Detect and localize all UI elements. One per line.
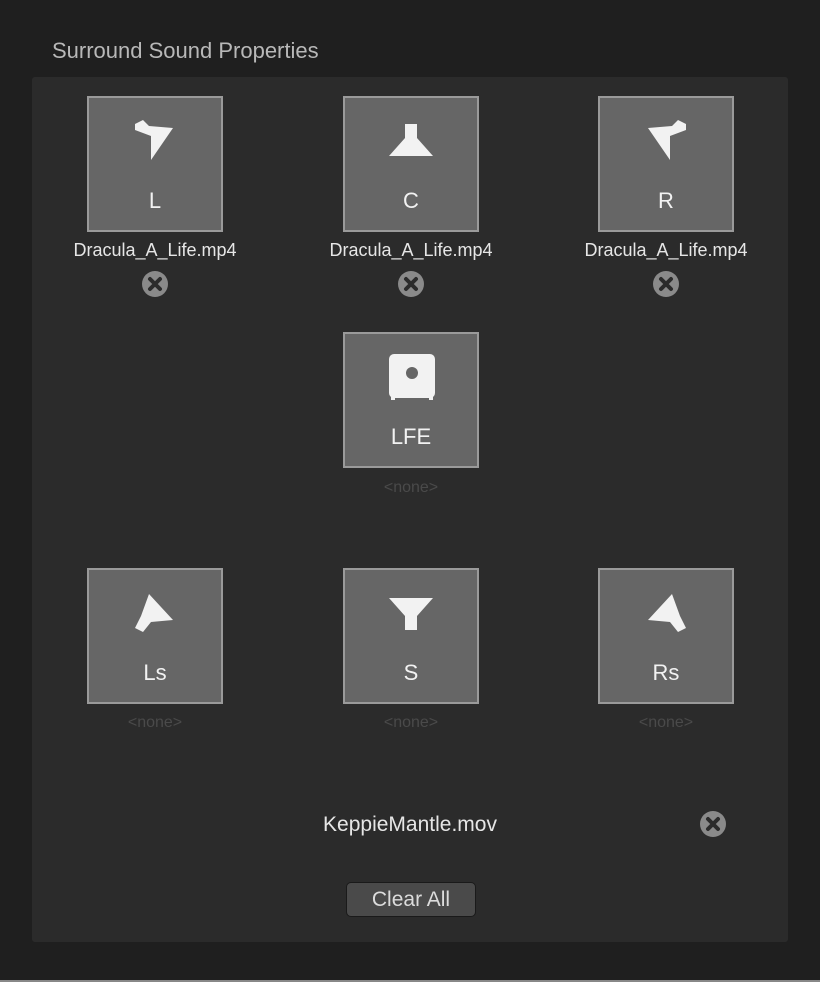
speaker-right-icon: [638, 114, 694, 170]
speaker-lfe-file: <none>: [291, 479, 531, 497]
remove-c-button[interactable]: [398, 271, 424, 297]
speaker-ls-file: <none>: [35, 714, 275, 732]
speaker-ls[interactable]: Ls: [87, 568, 223, 704]
speaker-c-file: Dracula_A_Life.mp4: [291, 240, 531, 261]
remove-r-button[interactable]: [653, 271, 679, 297]
speaker-l[interactable]: L: [87, 96, 223, 232]
close-icon: [142, 271, 168, 297]
speaker-surround-icon: [383, 586, 439, 642]
speaker-r[interactable]: R: [598, 96, 734, 232]
speaker-rs[interactable]: Rs: [598, 568, 734, 704]
speaker-l-file: Dracula_A_Life.mp4: [35, 240, 275, 261]
speaker-left-icon: [127, 114, 183, 170]
speaker-r-file: Dracula_A_Life.mp4: [546, 240, 786, 261]
speaker-label: S: [345, 660, 477, 686]
subwoofer-icon: [383, 350, 439, 406]
speaker-lfe[interactable]: LFE: [343, 332, 479, 468]
speaker-rs-file: <none>: [546, 714, 786, 732]
speaker-s[interactable]: S: [343, 568, 479, 704]
speaker-s-file: <none>: [291, 714, 531, 732]
speaker-label: Rs: [600, 660, 732, 686]
close-icon: [653, 271, 679, 297]
close-icon: [700, 811, 726, 837]
remove-source-button[interactable]: [700, 811, 726, 837]
speaker-label: Ls: [89, 660, 221, 686]
speaker-label: C: [345, 188, 477, 214]
speaker-label: LFE: [345, 424, 477, 450]
speaker-right-surround-icon: [638, 586, 694, 642]
clear-all-button[interactable]: Clear All: [346, 882, 476, 917]
speaker-c[interactable]: C: [343, 96, 479, 232]
speaker-label: L: [89, 188, 221, 214]
remove-l-button[interactable]: [142, 271, 168, 297]
speaker-left-surround-icon: [127, 586, 183, 642]
panel-title: Surround Sound Properties: [52, 38, 319, 64]
speaker-label: R: [600, 188, 732, 214]
speaker-center-icon: [383, 114, 439, 170]
close-icon: [398, 271, 424, 297]
source-file-name: KeppieMantle.mov: [260, 813, 560, 837]
